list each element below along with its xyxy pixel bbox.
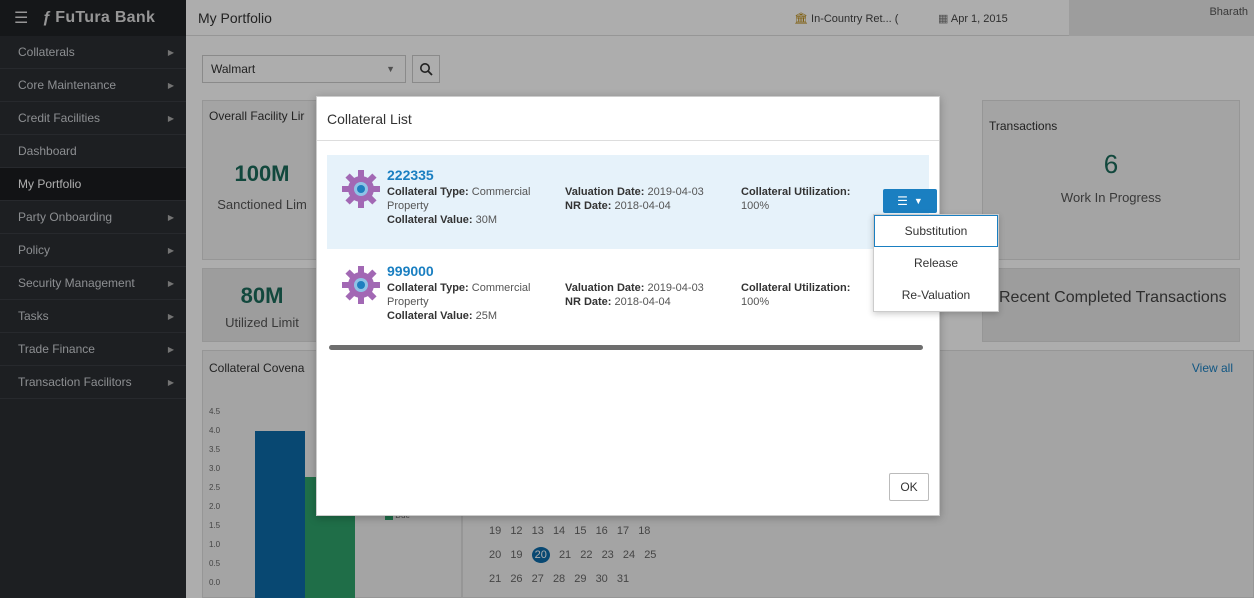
field-label: Collateral Value: <box>387 310 473 322</box>
field-value: 2018-04-04 <box>614 296 671 308</box>
field-value: 30M <box>475 214 498 226</box>
collateral-list-item[interactable]: 999000 Collateral Type: Commercial Prope… <box>327 251 929 345</box>
field-value: 100% <box>741 200 770 212</box>
field-label: Valuation Date: <box>565 282 645 294</box>
menu-item-release[interactable]: Release <box>874 247 998 279</box>
field-label: NR Date: <box>565 296 612 308</box>
horizontal-scrollbar[interactable] <box>329 345 923 350</box>
caret-down-icon: ▼ <box>913 196 923 206</box>
field-value: 25M <box>475 310 498 322</box>
utilization-col: Collateral Utilization: 100% <box>741 185 876 213</box>
collateral-type-col: Collateral Type: Commercial Property Col… <box>387 281 562 323</box>
field-value: Property <box>387 296 429 308</box>
field-value: 2019-04-03 <box>647 282 704 294</box>
field-label: Collateral Value: <box>387 214 473 226</box>
hamburger-icon: ☰ <box>897 194 908 208</box>
collateral-type-col: Collateral Type: Commercial Property Col… <box>387 185 562 227</box>
valuation-col: Valuation Date: 2019-04-03 NR Date: 2018… <box>565 281 740 309</box>
collateral-id-link[interactable]: 222335 <box>387 167 434 183</box>
collateral-list-item[interactable]: 222335 Collateral Type: Commercial Prope… <box>327 155 937 249</box>
actions-dropdown: Substitution Release Re-Valuation <box>873 214 999 312</box>
field-label: Collateral Utilization: <box>741 282 851 294</box>
field-label: Collateral Type: <box>387 186 469 198</box>
ok-button[interactable]: OK <box>889 473 929 501</box>
menu-item-substitution[interactable]: Substitution <box>874 215 998 247</box>
field-label: Valuation Date: <box>565 186 645 198</box>
field-value: Commercial <box>471 282 531 294</box>
field-value: 2018-04-04 <box>614 200 671 212</box>
field-value: Commercial <box>471 186 531 198</box>
field-value: 2019-04-03 <box>647 186 704 198</box>
dialog-title: Collateral List <box>317 97 939 141</box>
actions-menu-button[interactable]: ☰ ▼ <box>883 189 937 213</box>
gear-icon <box>342 170 380 208</box>
gear-icon <box>342 266 380 304</box>
field-value: 100% <box>741 296 770 308</box>
field-value: Property <box>387 200 429 212</box>
field-label: Collateral Utilization: <box>741 186 851 198</box>
valuation-col: Valuation Date: 2019-04-03 NR Date: 2018… <box>565 185 740 213</box>
field-label: Collateral Type: <box>387 282 469 294</box>
collateral-list-dialog: Collateral List 222335 Collateral Type: … <box>316 96 940 516</box>
field-label: NR Date: <box>565 200 612 212</box>
utilization-col: Collateral Utilization: 100% <box>741 281 876 309</box>
menu-item-revaluation[interactable]: Re-Valuation <box>874 279 998 311</box>
collateral-id-link[interactable]: 999000 <box>387 263 434 279</box>
